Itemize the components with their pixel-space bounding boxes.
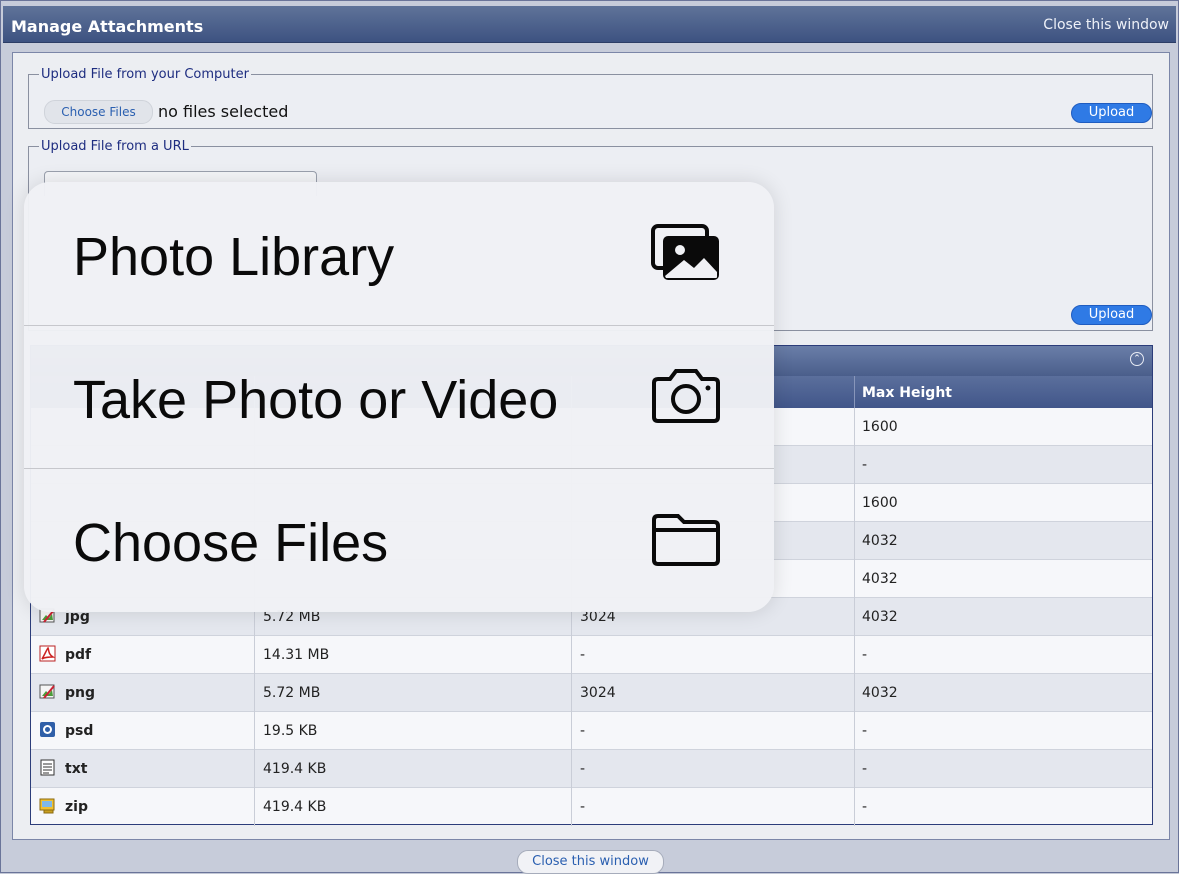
table-row: psd 19.5 KB - - <box>31 712 1152 750</box>
max-height-cell: - <box>862 457 868 473</box>
max-height-cell: 4032 <box>862 609 898 625</box>
menu-item-photo-library[interactable]: Photo Library <box>24 182 774 326</box>
file-type-cell: pdf <box>65 647 92 663</box>
menu-item-label: Choose Files <box>73 513 389 573</box>
max-size-cell: 19.5 KB <box>263 723 318 739</box>
max-height-cell: 4032 <box>862 533 898 549</box>
max-width-cell: - <box>580 723 586 739</box>
max-height-cell: - <box>862 761 868 777</box>
title-bar: Manage Attachments Close this window <box>3 6 1176 43</box>
choose-files-button[interactable]: Choose Files <box>44 100 153 124</box>
max-height-cell: 1600 <box>862 495 898 511</box>
close-window-link-top[interactable]: Close this window <box>1043 17 1169 33</box>
upload-computer-button[interactable]: Upload <box>1071 103 1152 123</box>
menu-item-label: Take Photo or Video <box>73 370 559 430</box>
max-height-cell: - <box>862 799 868 815</box>
folder-icon <box>652 514 720 566</box>
file-type-cell: zip <box>65 799 88 815</box>
max-height-header: Max Height <box>862 385 952 401</box>
max-size-cell: 419.4 KB <box>263 799 327 815</box>
upload-from-url-legend: Upload File from a URL <box>41 139 189 154</box>
max-height-cell: - <box>862 647 868 663</box>
menu-item-label: Photo Library <box>73 227 395 287</box>
zip-icon <box>39 798 55 814</box>
image-edit-icon <box>39 684 55 699</box>
menu-item-choose-files[interactable]: Choose Files <box>24 468 774 611</box>
upload-url-button[interactable]: Upload <box>1071 305 1152 325</box>
pdf-icon <box>39 645 56 662</box>
max-height-cell: 4032 <box>862 685 898 701</box>
max-width-cell: - <box>580 799 586 815</box>
file-type-cell: txt <box>65 761 88 777</box>
file-picker-menu: Photo Library Take Photo or Video Choose… <box>24 182 774 612</box>
max-width-cell: - <box>580 647 586 663</box>
upload-from-computer-section: Upload File from your Computer Choose Fi… <box>28 67 1153 129</box>
table-row: png 5.72 MB 3024 4032 <box>31 674 1152 712</box>
max-size-cell: 419.4 KB <box>263 761 327 777</box>
max-size-cell: 14.31 MB <box>263 647 330 663</box>
camera-icon <box>652 369 720 423</box>
photo-library-icon <box>651 224 719 280</box>
file-type-cell: png <box>65 685 96 701</box>
file-type-cell: psd <box>65 723 94 739</box>
psd-icon <box>40 722 55 737</box>
window-title: Manage Attachments <box>11 17 204 36</box>
collapse-icon[interactable]: ⌃ <box>1130 352 1144 366</box>
table-row: txt 419.4 KB - - <box>31 750 1152 788</box>
max-size-cell: 5.72 MB <box>263 685 321 701</box>
file-status-text: no files selected <box>158 102 289 121</box>
text-file-icon <box>40 759 55 776</box>
upload-from-computer-legend: Upload File from your Computer <box>41 67 249 82</box>
table-row: zip 419.4 KB - - <box>31 788 1152 826</box>
max-height-cell: 1600 <box>862 419 898 435</box>
header-divider <box>854 376 855 408</box>
table-row: pdf 14.31 MB - - <box>31 636 1152 674</box>
max-width-cell: - <box>580 761 586 777</box>
menu-item-take-photo[interactable]: Take Photo or Video <box>24 325 774 469</box>
max-height-cell: 4032 <box>862 571 898 587</box>
close-window-button-bottom[interactable]: Close this window <box>517 850 664 874</box>
max-height-cell: - <box>862 723 868 739</box>
max-width-cell: 3024 <box>580 685 616 701</box>
